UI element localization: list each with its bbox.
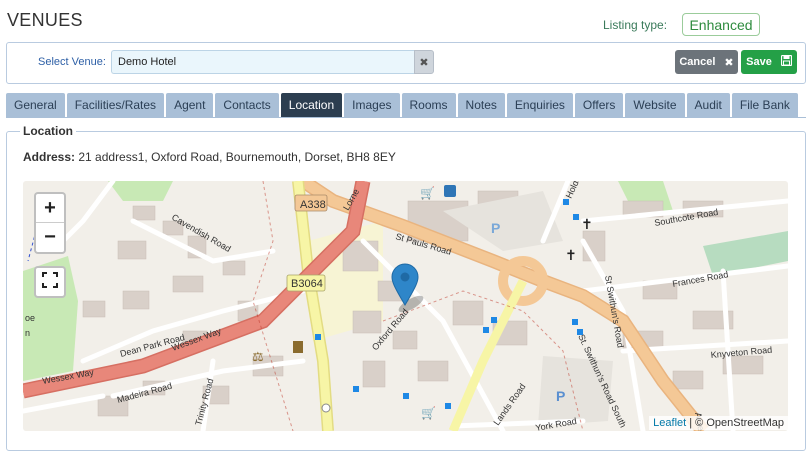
road-shield-label: A338 bbox=[300, 199, 326, 211]
bus-stop-icon bbox=[563, 199, 569, 205]
cancel-label: Cancel bbox=[679, 56, 715, 68]
save-label: Save bbox=[746, 56, 772, 68]
map-tiles: A338 B3064 St Pauls Road Wessex Way Wess… bbox=[23, 181, 788, 431]
leaflet-link[interactable]: Leaflet bbox=[653, 417, 686, 429]
park-area bbox=[108, 181, 173, 201]
tab-general[interactable]: General bbox=[6, 93, 65, 117]
address-label: Address: bbox=[23, 150, 75, 164]
address-value: 21 address1, Oxford Road, Bournemouth, D… bbox=[78, 150, 396, 164]
close-icon: ✖ bbox=[419, 56, 428, 69]
map-label: Lands Road bbox=[491, 382, 527, 428]
shopping-cart-icon: 🛒 bbox=[420, 186, 435, 200]
zoom-in-button[interactable]: + bbox=[36, 194, 64, 223]
bus-stop-icon bbox=[353, 386, 359, 392]
mini-roundabout-icon bbox=[322, 404, 330, 412]
listing-type-badge: Enhanced bbox=[682, 13, 760, 36]
close-icon: ✖ bbox=[724, 56, 733, 69]
tab-website[interactable]: Website bbox=[625, 93, 684, 117]
bus-stop-icon bbox=[315, 334, 321, 340]
road-shield-label: B3064 bbox=[291, 278, 323, 290]
bus-stop-icon bbox=[403, 393, 409, 399]
parking-icon: P bbox=[491, 220, 500, 236]
tab-images[interactable]: Images bbox=[344, 93, 399, 117]
bus-stop-icon bbox=[573, 214, 579, 220]
venue-select-input[interactable]: Demo Hotel bbox=[111, 50, 415, 74]
map-attribution: Leaflet | © OpenStreetMap bbox=[649, 416, 788, 430]
osm-attribution: | © OpenStreetMap bbox=[689, 417, 784, 429]
bus-stop-icon bbox=[445, 403, 451, 409]
map-view[interactable]: A338 B3064 St Pauls Road Wessex Way Wess… bbox=[23, 181, 788, 431]
page-title: VENUES bbox=[7, 10, 83, 31]
bus-stop-icon bbox=[483, 327, 489, 333]
tab-bar: GeneralFacilities/RatesAgentContactsLoca… bbox=[6, 93, 798, 117]
map-label: n bbox=[25, 328, 30, 338]
listing-type-label: Listing type: bbox=[603, 18, 667, 32]
address-line: Address: 21 address1, Oxford Road, Bourn… bbox=[23, 150, 396, 164]
zoom-out-button[interactable]: − bbox=[36, 223, 64, 252]
library-icon bbox=[293, 341, 303, 353]
bus-stop-icon bbox=[577, 329, 583, 335]
cancel-button[interactable]: Cancel ✖ bbox=[675, 50, 738, 74]
save-button[interactable]: Save bbox=[741, 50, 797, 74]
courthouse-icon: ⚖ bbox=[252, 349, 264, 364]
bus-stop-icon bbox=[491, 317, 497, 323]
tab-notes[interactable]: Notes bbox=[458, 93, 505, 117]
tab-enquiries[interactable]: Enquiries bbox=[507, 93, 573, 117]
floppy-disk-icon bbox=[781, 55, 792, 69]
tab-file-bank[interactable]: File Bank bbox=[732, 93, 798, 117]
select-venue-label: Select Venue: bbox=[38, 56, 106, 68]
fullscreen-button[interactable] bbox=[34, 266, 66, 298]
tab-facilities-rates[interactable]: Facilities/Rates bbox=[67, 93, 164, 117]
tab-audit[interactable]: Audit bbox=[687, 93, 730, 117]
bus-stop-icon bbox=[572, 319, 578, 325]
map-label: oe bbox=[25, 313, 35, 323]
tab-location[interactable]: Location bbox=[281, 93, 342, 117]
map-label: Frances Road bbox=[672, 269, 729, 289]
church-icon: ✝ bbox=[581, 216, 593, 232]
parking-icon: P bbox=[556, 388, 565, 404]
tab-contacts[interactable]: Contacts bbox=[215, 93, 278, 117]
location-legend: Location bbox=[20, 124, 76, 138]
tab-offers[interactable]: Offers bbox=[575, 93, 623, 117]
shopping-cart-icon: 🛒 bbox=[421, 406, 436, 420]
clear-venue-button[interactable]: ✖ bbox=[414, 50, 434, 74]
location-marker-icon[interactable] bbox=[392, 264, 426, 315]
tab-divider bbox=[6, 117, 806, 118]
tab-agent[interactable]: Agent bbox=[166, 93, 213, 117]
bus-station-icon bbox=[444, 185, 456, 197]
fullscreen-icon bbox=[42, 272, 58, 293]
church-icon: ✝ bbox=[565, 247, 577, 263]
zoom-control: + − bbox=[34, 192, 66, 254]
tab-rooms[interactable]: Rooms bbox=[402, 93, 456, 117]
